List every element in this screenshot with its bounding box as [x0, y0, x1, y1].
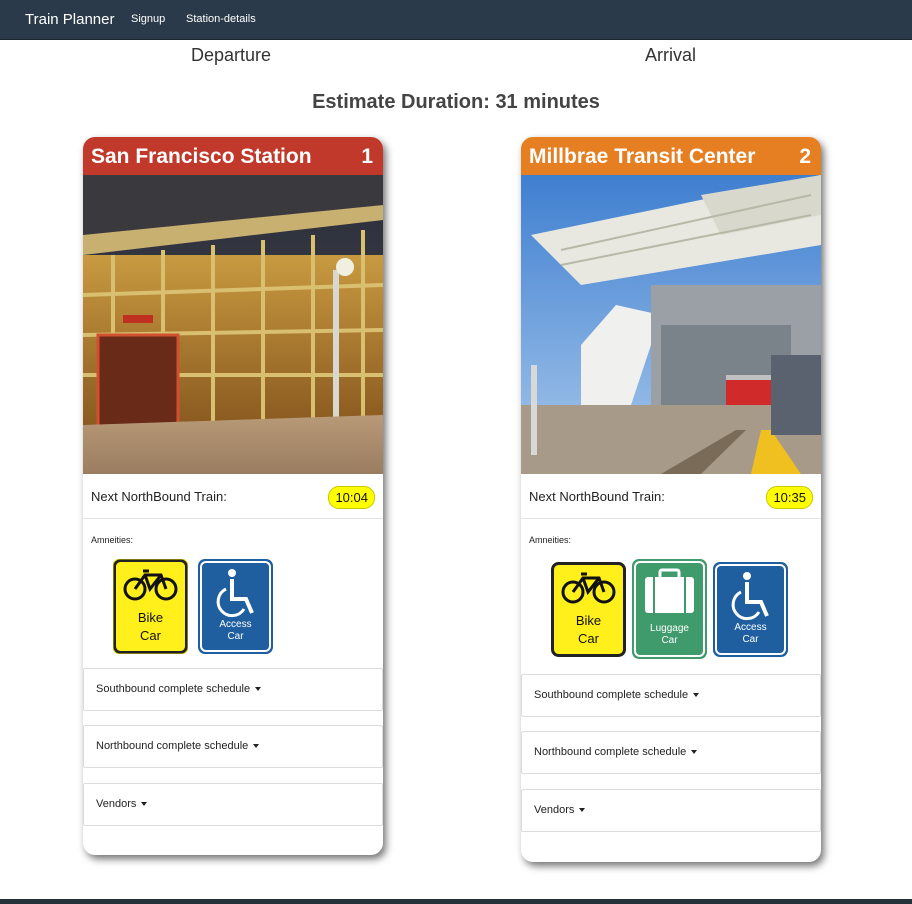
station-number: 2 [799, 145, 811, 168]
next-train-label: Next NorthBound Train: [529, 489, 665, 504]
bike-label-line1: Bike [575, 613, 602, 628]
station-name: San Francisco Station [91, 145, 312, 168]
dropdown-label: Northbound complete schedule [96, 740, 249, 752]
dropdown-label: Southbound complete schedule [96, 683, 251, 695]
bike-label-line2: Car [140, 628, 161, 643]
dropdown-label: Southbound complete schedule [534, 689, 689, 701]
nav-link-station-details[interactable]: Station-details [186, 13, 256, 25]
departure-station-card: San Francisco Station 1 Next NorthBound … [83, 137, 383, 855]
bike-label-line2: Car [578, 631, 599, 646]
northbound-schedule-dropdown[interactable]: Northbound complete schedule [83, 725, 383, 768]
bike-car-label: Bike Car [113, 609, 188, 645]
next-train-time-badge: 10:35 [766, 486, 813, 509]
card-header: Millbrae Transit Center 2 [521, 137, 821, 175]
navbar: Train Planner Signup Station-details [0, 0, 912, 40]
dropdown-label: Vendors [534, 804, 575, 816]
amenities-label: Amneities: [529, 535, 572, 545]
amenities-label: Amneities: [91, 535, 134, 545]
caret-down-icon [255, 687, 262, 692]
southbound-schedule-dropdown[interactable]: Southbound complete schedule [521, 674, 821, 717]
dropdown-label: Northbound complete schedule [534, 746, 687, 758]
station-number: 1 [361, 145, 373, 168]
caret-down-icon [253, 744, 260, 749]
nav-link-signup[interactable]: Signup [131, 13, 165, 25]
next-train-time-badge: 10:04 [328, 486, 375, 509]
access-car-label: Access Car [713, 622, 788, 646]
station-name: Millbrae Transit Center [529, 145, 756, 168]
access-label-line2: Car [227, 631, 244, 642]
luggage-label-line2: Car [661, 635, 678, 646]
bottom-bar [0, 899, 912, 904]
station-photo [521, 175, 821, 474]
card-header: San Francisco Station 1 [83, 137, 383, 175]
caret-down-icon [579, 808, 586, 813]
caret-down-icon [693, 693, 700, 698]
access-car-label: Access Car [198, 619, 273, 643]
luggage-label-line1: Luggage [650, 623, 689, 634]
brand-link[interactable]: Train Planner [25, 11, 115, 28]
caret-down-icon [141, 802, 148, 807]
access-label-line2: Car [742, 634, 759, 645]
access-label-line1: Access [219, 619, 252, 630]
southbound-schedule-dropdown[interactable]: Southbound complete schedule [83, 668, 383, 711]
duration-estimate: Estimate Duration: 31 minutes [312, 91, 600, 113]
access-label-line1: Access [734, 622, 767, 633]
luggage-car-label: Luggage Car [632, 623, 707, 647]
bike-label-line1: Bike [137, 610, 164, 625]
next-train-row: Next NorthBound Train: 10:04 [83, 474, 383, 519]
dropdown-label: Vendors [96, 798, 137, 810]
arrival-station-card: Millbrae Transit Center 2 Next NorthBoun… [521, 137, 821, 862]
next-train-row: Next NorthBound Train: 10:35 [521, 474, 821, 519]
arrival-heading: Arrival [645, 45, 697, 65]
station-photo [83, 175, 383, 474]
next-train-label: Next NorthBound Train: [91, 489, 227, 504]
bike-car-label: Bike Car [551, 612, 626, 648]
caret-down-icon [691, 750, 698, 755]
departure-heading: Departure [191, 45, 272, 65]
northbound-schedule-dropdown[interactable]: Northbound complete schedule [521, 731, 821, 774]
vendors-dropdown[interactable]: Vendors [83, 783, 383, 826]
vendors-dropdown[interactable]: Vendors [521, 789, 821, 832]
